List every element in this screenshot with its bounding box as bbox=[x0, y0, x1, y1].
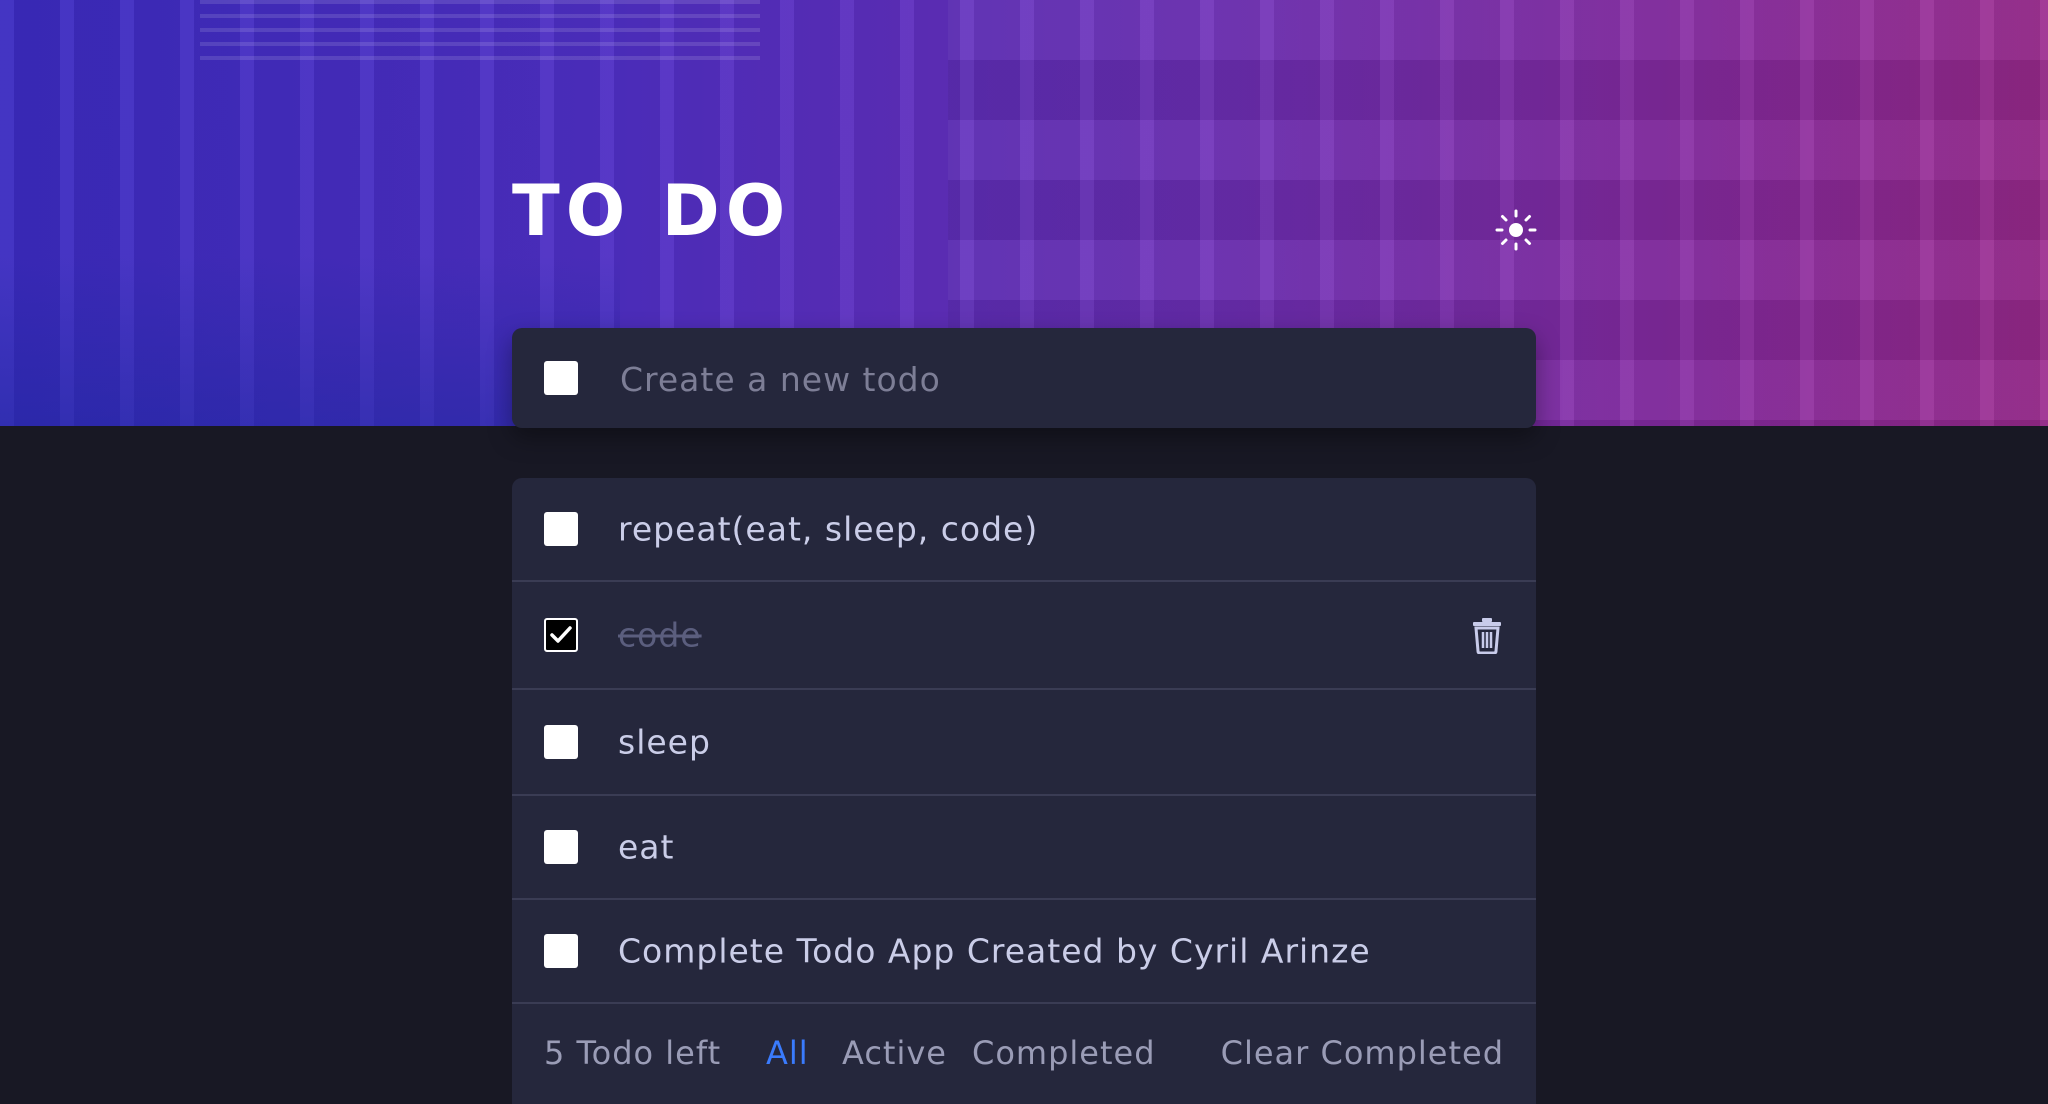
todo-item: sleep bbox=[512, 690, 1536, 796]
theme-toggle-button[interactable] bbox=[1494, 208, 1538, 252]
trash-icon bbox=[1473, 618, 1501, 655]
todo-label[interactable]: eat bbox=[618, 828, 674, 867]
new-todo-card bbox=[512, 328, 1536, 428]
page-title: TO DO bbox=[512, 170, 792, 252]
todo-checkbox[interactable] bbox=[544, 934, 578, 968]
new-todo-checkbox[interactable] bbox=[544, 361, 578, 395]
filter-all[interactable]: All bbox=[766, 1034, 809, 1072]
filter-active[interactable]: Active bbox=[842, 1034, 947, 1072]
delete-todo-button[interactable] bbox=[1470, 616, 1504, 655]
todo-item: eat bbox=[512, 796, 1536, 900]
todo-item: code bbox=[512, 582, 1536, 690]
todo-item: Complete Todo App Created by Cyril Arinz… bbox=[512, 900, 1536, 1004]
todo-list: repeat(eat, sleep, code) code sleep eat bbox=[512, 478, 1536, 1104]
list-footer: 5 Todo left All Active Completed Clear C… bbox=[512, 1002, 1536, 1104]
todo-label[interactable]: sleep bbox=[618, 723, 711, 762]
todo-label[interactable]: code bbox=[618, 616, 702, 655]
sun-icon bbox=[1495, 209, 1537, 251]
filter-completed[interactable]: Completed bbox=[972, 1034, 1156, 1072]
checkmark-icon bbox=[550, 626, 572, 643]
todo-label[interactable]: Complete Todo App Created by Cyril Arinz… bbox=[618, 932, 1371, 971]
todo-checkbox[interactable] bbox=[544, 725, 578, 759]
todo-checkbox[interactable] bbox=[544, 830, 578, 864]
todo-checkbox[interactable] bbox=[544, 512, 578, 546]
clear-completed-button[interactable]: Clear Completed bbox=[1221, 1034, 1504, 1072]
background-ceiling bbox=[200, 0, 760, 70]
new-todo-input[interactable] bbox=[618, 352, 1502, 406]
todo-item: repeat(eat, sleep, code) bbox=[512, 478, 1536, 582]
todo-label[interactable]: repeat(eat, sleep, code) bbox=[618, 510, 1038, 549]
items-left-count: 5 Todo left bbox=[544, 1034, 722, 1072]
todo-checkbox-checked[interactable] bbox=[544, 618, 578, 652]
